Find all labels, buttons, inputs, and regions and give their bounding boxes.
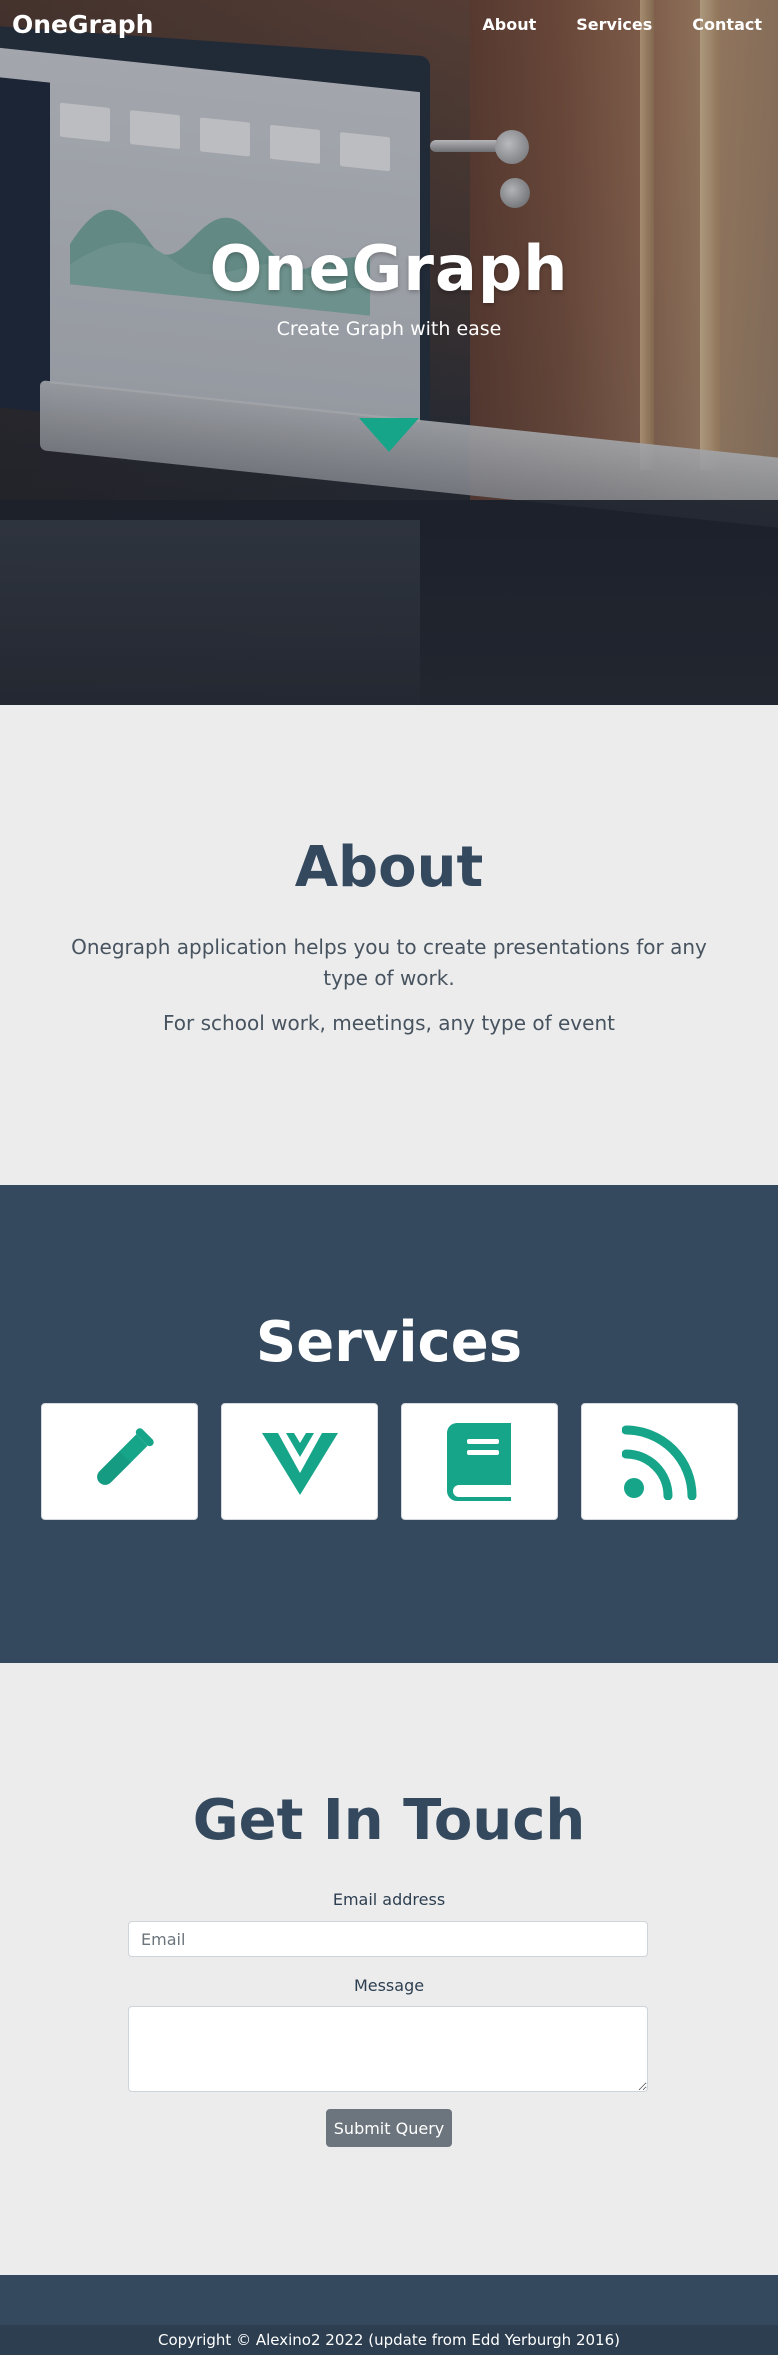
service-card-book[interactable] [401, 1403, 558, 1520]
vuejs-logo-icon [261, 1432, 338, 1495]
navbar: OneGraph About Services Contact [0, 0, 778, 48]
email-field[interactable] [128, 1921, 648, 1957]
test-tube-icon [96, 1427, 154, 1485]
contact-title: Get In Touch [192, 1788, 586, 1853]
nav-link-services[interactable]: Services [576, 15, 652, 34]
about-title: About [294, 835, 484, 900]
email-label: Email address [332, 1890, 446, 1909]
service-card-test-tube[interactable] [41, 1403, 198, 1520]
about-section: About Onegraph application helps you to … [0, 705, 778, 1185]
service-card-rss[interactable] [581, 1403, 738, 1520]
brand-logo-link[interactable]: OneGraph [12, 10, 153, 39]
about-paragraph: Onegraph application helps you to create… [71, 935, 707, 990]
nav-links: About Services Contact [442, 15, 762, 34]
footer-band [0, 2275, 778, 2325]
services-section: Services [0, 1185, 778, 1663]
submit-button[interactable]: Submit Query [326, 2109, 452, 2147]
nav-link-contact[interactable]: Contact [692, 15, 762, 34]
copyright-text: Copyright © Alexino2 2022 (update from E… [158, 2331, 620, 2349]
message-field[interactable] [128, 2006, 648, 2092]
contact-section: Get In Touch Email address Message Submi… [0, 1663, 778, 2275]
services-title: Services [255, 1310, 523, 1375]
book-icon [446, 1422, 511, 1501]
nav-link-about[interactable]: About [482, 15, 536, 34]
triangle-down-icon[interactable] [359, 418, 419, 452]
rss-icon [621, 1425, 696, 1500]
hero-title: OneGraph [209, 232, 569, 305]
message-label: Message [353, 1976, 425, 1995]
hero-subtitle: Create Graph with ease [276, 318, 502, 340]
footer: Copyright © Alexino2 2022 (update from E… [0, 2325, 778, 2355]
service-card-vue[interactable] [221, 1403, 378, 1520]
hero-section: OneGraph About Services Contact OneGraph… [0, 0, 778, 705]
about-paragraph: For school work, meetings, any type of e… [163, 1011, 615, 1035]
